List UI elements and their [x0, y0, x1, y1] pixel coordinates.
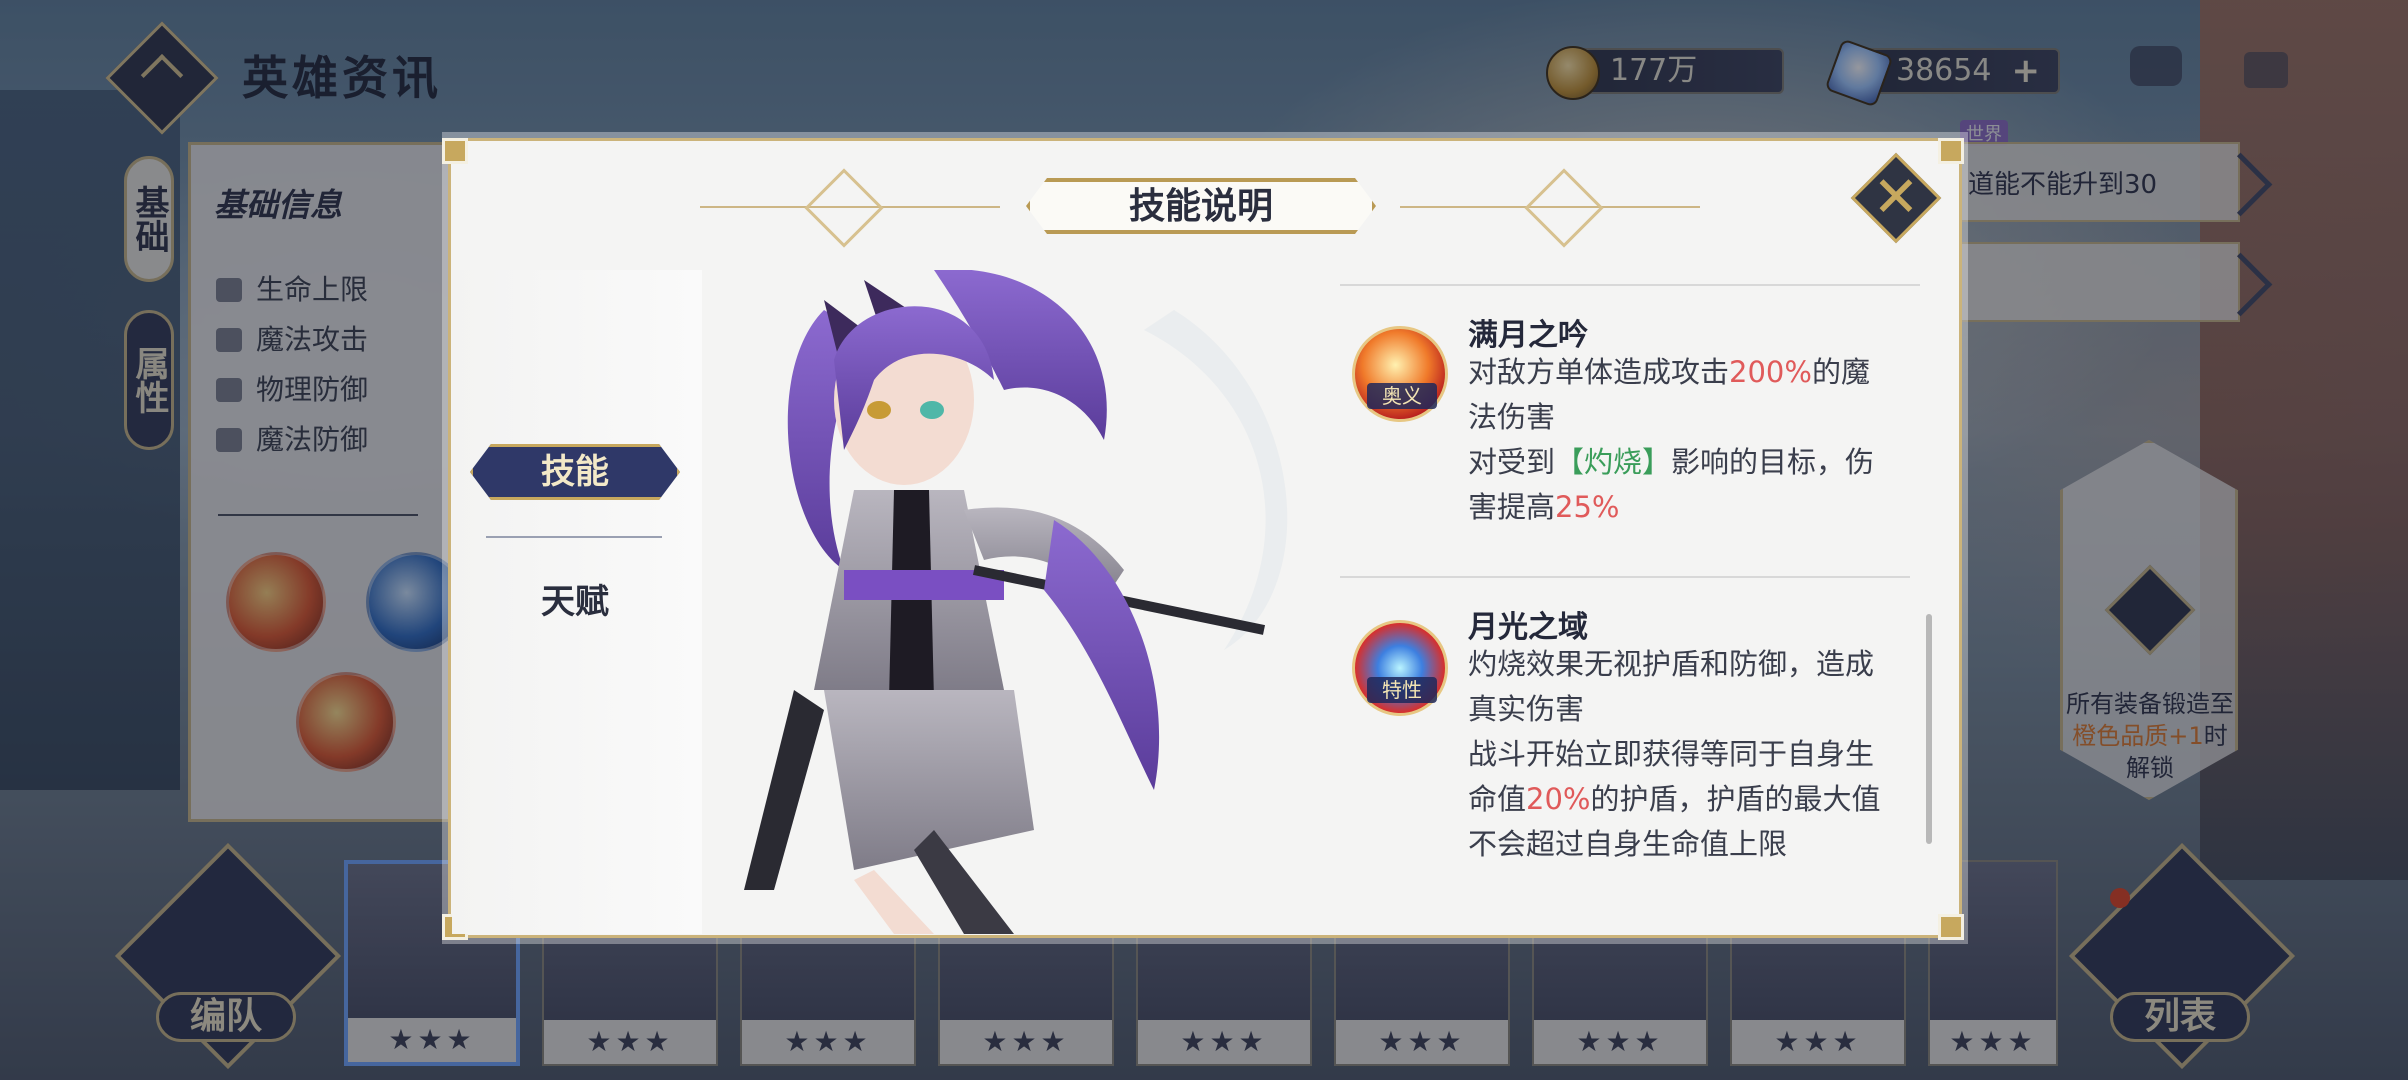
tab-talent[interactable]: 天赋 [470, 572, 680, 632]
tab-skill[interactable]: 技能 [470, 444, 680, 500]
corner-ornament [1938, 914, 1964, 940]
skill-description: 灼烧效果无视护盾和防御，造成真实伤害 战斗开始立即获得等同于自身生命值20%的护… [1468, 642, 1898, 867]
skill-icon-moonlight-domain[interactable]: 特性 [1352, 620, 1448, 716]
desc-highlight: 20% [1526, 782, 1591, 816]
skill-separator [1340, 284, 1920, 286]
skill-description: 对敌方单体造成攻击200%的魔法伤害 对受到【灼烧】影响的目标，伤害提高25% [1468, 350, 1898, 530]
modal-title: 技能说明 [1128, 185, 1273, 227]
desc-text: 对敌方单体造成攻击 [1468, 355, 1730, 389]
corner-ornament [1938, 138, 1964, 164]
desc-text: 对受到 [1468, 445, 1556, 479]
skill-type-tag: 奥义 [1367, 383, 1437, 409]
hero-portrait-svg [744, 270, 1288, 934]
desc-text: 灼烧效果无视护盾和防御，造成真实伤害 [1468, 647, 1875, 726]
burn-keyword: 【灼烧】 [1555, 445, 1672, 479]
desc-highlight: 200% [1729, 355, 1812, 389]
tab-divider [486, 536, 662, 538]
skill-list-scrollbar[interactable] [1926, 614, 1932, 844]
hero-illustration [704, 270, 1324, 934]
skill-name: 月光之域 [1468, 610, 1588, 645]
desc-highlight: 25% [1555, 490, 1620, 524]
skill-name: 满月之吟 [1468, 318, 1588, 353]
skill-icon-full-moon[interactable]: 奥义 [1352, 326, 1448, 422]
corner-ornament [442, 138, 468, 164]
close-icon[interactable]: ✕ [1864, 160, 1928, 236]
skill-type-tag: 特性 [1367, 677, 1437, 703]
skill-separator [1340, 576, 1910, 578]
